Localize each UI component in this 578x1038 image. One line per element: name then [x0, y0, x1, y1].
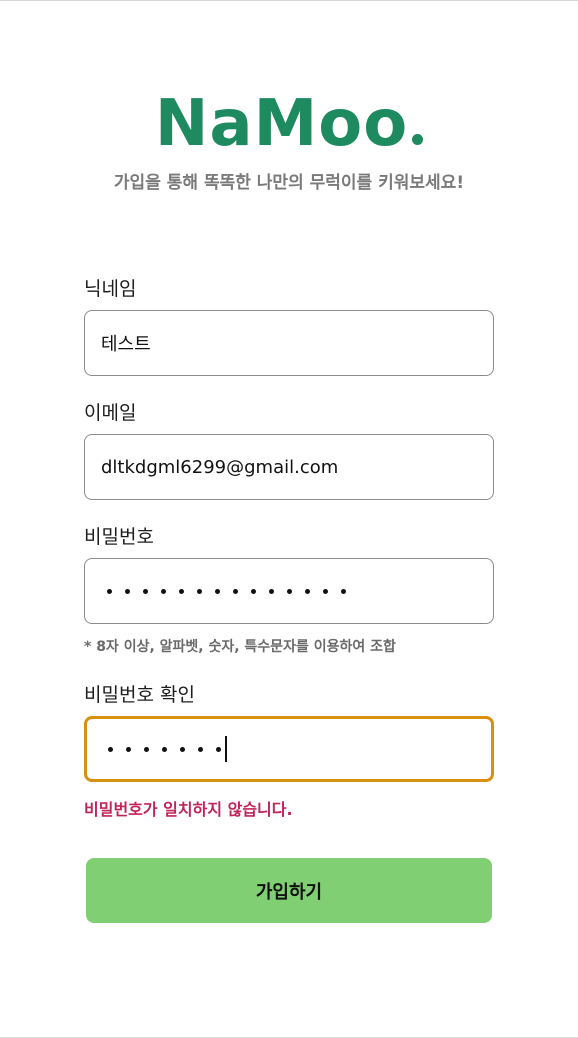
nickname-label: 닉네임	[84, 278, 137, 300]
password-mask-dot	[251, 588, 256, 594]
password-mask-dot	[341, 588, 346, 594]
password-mask-dot	[125, 588, 130, 594]
signup-button[interactable]: 가입하기	[86, 858, 492, 923]
password-mask-dot	[269, 588, 274, 594]
nickname-value: 테스트	[101, 334, 151, 355]
password-mask-dot	[144, 746, 149, 752]
email-label: 이메일	[84, 402, 137, 424]
password-mask-dot	[233, 588, 238, 594]
password-mask-dot	[143, 588, 148, 594]
password-mask-dot	[287, 588, 292, 594]
password-label: 비밀번호	[84, 526, 154, 548]
password-confirm-input[interactable]	[84, 716, 494, 782]
password-mask-dot	[305, 588, 310, 594]
password-mask-dot	[216, 746, 221, 752]
top-divider	[0, 0, 578, 1]
password-masked-value	[101, 588, 359, 594]
password-mask-dot	[161, 588, 166, 594]
password-mask-dot	[198, 746, 203, 752]
password-mask-dot	[197, 588, 202, 594]
password-input[interactable]	[84, 558, 494, 624]
password-mask-dot	[215, 588, 220, 594]
password-confirm-masked-value	[102, 736, 227, 762]
page-subtitle: 가입을 통해 똑똑한 나만의 무럭이를 키워보세요!	[113, 173, 465, 193]
text-caret	[225, 736, 227, 762]
logo-text: NaMoo	[154, 87, 409, 161]
password-mask-dot	[162, 746, 167, 752]
email-value: dltkdgml6299@gmail.com	[101, 456, 339, 478]
password-mask-dot	[180, 746, 185, 752]
app-logo: NaMoo	[0, 84, 578, 164]
password-mask-dot	[323, 588, 328, 594]
password-mask-dot	[179, 588, 184, 594]
password-confirm-label: 비밀번호 확인	[84, 684, 195, 706]
nickname-input[interactable]: 테스트	[84, 310, 494, 376]
password-hint: * 8자 이상, 알파벳, 숫자, 특수문자를 이용하여 조합	[84, 639, 396, 655]
password-mask-dot	[107, 588, 112, 594]
password-mismatch-error: 비밀번호가 일치하지 않습니다.	[84, 800, 293, 819]
email-input[interactable]: dltkdgml6299@gmail.com	[84, 434, 494, 500]
password-mask-dot	[108, 746, 113, 752]
password-mask-dot	[126, 746, 131, 752]
logo-dot	[412, 134, 424, 145]
